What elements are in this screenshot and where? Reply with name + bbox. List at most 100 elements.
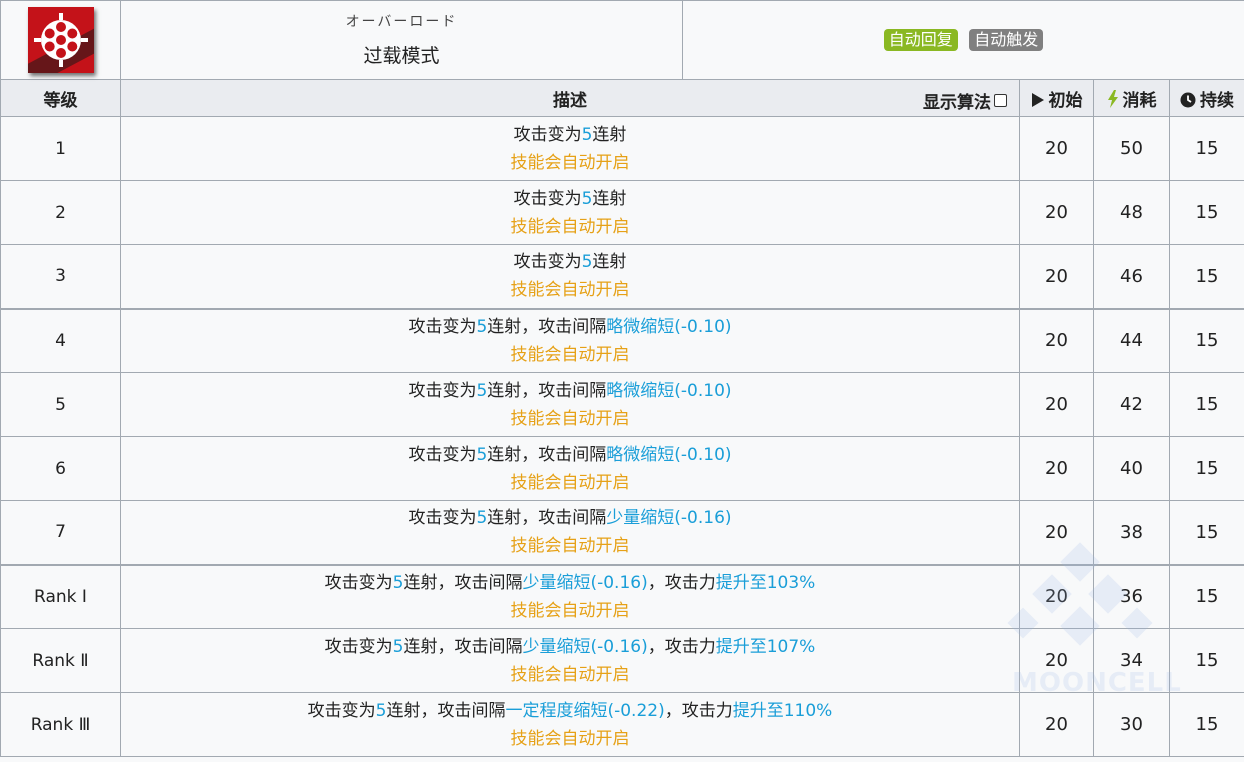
description-effect: 攻击变为5连射，攻击间隔少量缩短(-0.16)，攻击力提升至103% <box>121 569 1019 597</box>
highlight-value: 5 <box>476 380 488 401</box>
initial-sp-cell: 20 <box>1019 692 1094 757</box>
initial-sp-cell: 20 <box>1019 500 1094 565</box>
skill-level-rows: 1 攻击变为5连射 技能会自动开启 20 50 15 2 攻击变为5连射 技能会自动开启 20 48… <box>0 116 1244 757</box>
highlight-value: 少量缩短(-0.16) <box>522 572 648 593</box>
col-initial: 初始 <box>1019 79 1094 117</box>
show-formula-toggle[interactable]: 显示算法 <box>923 88 1007 113</box>
skill-table-container: オーバーロード 过载模式 自动回复 自动触发 等级 描述 显示算法 初始 消耗 <box>0 0 1244 762</box>
highlight-value: 少量缩短(-0.16) <box>606 508 732 529</box>
initial-sp-cell: 20 <box>1019 628 1094 693</box>
auto-activate-note: 技能会自动开启 <box>510 536 630 557</box>
sp-cost-cell: 46 <box>1093 244 1170 309</box>
initial-sp-cell: 20 <box>1019 436 1094 501</box>
description-text: 攻击变为 <box>324 636 393 657</box>
highlight-value: 提升至103% <box>715 572 816 593</box>
highlight-value: 5 <box>476 444 488 465</box>
sp-cost-cell: 34 <box>1093 628 1170 693</box>
auto-activate-note: 技能会自动开启 <box>510 280 630 301</box>
description-text: 攻击变为 <box>408 508 477 529</box>
description-text: ，攻击力 <box>664 700 733 721</box>
description-text: 攻击变为 <box>513 188 582 209</box>
duration-cell: 15 <box>1169 692 1244 757</box>
initial-sp-cell: 20 <box>1019 307 1094 373</box>
auto-activate-note: 技能会自动开启 <box>510 344 630 365</box>
auto-activate-note: 技能会自动开启 <box>510 664 630 685</box>
description-text: 攻击变为 <box>408 380 477 401</box>
description-text: 连射 <box>592 188 627 209</box>
sp-cost-cell: 50 <box>1093 116 1170 181</box>
description-cell: 攻击变为5连射，攻击间隔略微缩短(-0.10) 技能会自动开启 <box>120 372 1020 437</box>
level-cell: 2 <box>0 180 121 245</box>
skill-name-cn: 过载模式 <box>363 45 440 67</box>
auto-activate-note: 技能会自动开启 <box>510 216 630 237</box>
sp-cost-cell: 36 <box>1093 563 1170 629</box>
highlight-value: 5 <box>581 252 593 273</box>
lightning-icon <box>1107 89 1118 108</box>
highlight-value: 略微缩短(-0.10) <box>606 316 732 337</box>
table-row: 4 攻击变为5连射，攻击间隔略微缩短(-0.10) 技能会自动开启 20 44 15 <box>0 307 1244 373</box>
play-icon <box>1031 92 1044 107</box>
show-formula-checkbox[interactable] <box>994 94 1007 107</box>
sp-cost-cell: 42 <box>1093 372 1170 437</box>
description-text: 攻击变为 <box>513 124 582 145</box>
col-desc-label: 描述 <box>553 90 587 111</box>
description-effect: 攻击变为5连射，攻击间隔一定程度缩短(-0.22)，攻击力提升至110% <box>121 697 1019 725</box>
description-text: 攻击变为 <box>408 316 477 337</box>
description-text: 连射，攻击间隔 <box>487 444 607 465</box>
column-header-row: 等级 描述 显示算法 初始 消耗 持续 <box>0 79 1244 117</box>
col-cost: 消耗 <box>1093 79 1170 117</box>
level-cell: 5 <box>0 372 121 437</box>
initial-sp-cell: 20 <box>1019 563 1094 629</box>
initial-sp-cell: 20 <box>1019 244 1094 309</box>
description-text: 连射，攻击间隔 <box>487 508 607 529</box>
level-cell: 1 <box>0 116 121 181</box>
description-cell: 攻击变为5连射，攻击间隔一定程度缩短(-0.22)，攻击力提升至110% 技能会自… <box>120 692 1020 757</box>
level-cell: 4 <box>0 307 121 373</box>
show-formula-label: 显示算法 <box>923 93 991 113</box>
duration-cell: 15 <box>1169 244 1244 309</box>
col-cost-label: 消耗 <box>1122 90 1157 111</box>
description-effect: 攻击变为5连射 <box>121 121 1019 149</box>
col-initial-label: 初始 <box>1048 90 1083 111</box>
description-text: 攻击变为 <box>408 444 477 465</box>
description-effect: 攻击变为5连射 <box>121 248 1019 276</box>
table-row: 7 攻击变为5连射，攻击间隔少量缩短(-0.16) 技能会自动开启 20 38 15 <box>0 500 1244 565</box>
auto-activate-note: 技能会自动开启 <box>510 728 630 749</box>
skill-table: オーバーロード 过载模式 自动回复 自动触发 等级 描述 显示算法 初始 消耗 <box>0 0 1244 757</box>
highlight-value: 少量缩短(-0.16) <box>522 636 648 657</box>
description-text: 攻击变为 <box>324 572 393 593</box>
skill-icon-cell <box>0 0 121 80</box>
description-cell: 攻击变为5连射技能会自动开启 <box>120 116 1020 181</box>
auto-activate-note: 技能会自动开启 <box>510 472 630 493</box>
description-effect: 攻击变为5连射，攻击间隔略微缩短(-0.10) <box>121 441 1019 469</box>
description-text: 连射，攻击间隔 <box>487 316 607 337</box>
level-cell: 6 <box>0 436 121 501</box>
initial-sp-cell: 20 <box>1019 372 1094 437</box>
table-row: 6 攻击变为5连射，攻击间隔略微缩短(-0.10) 技能会自动开启 20 40 15 <box>0 436 1244 501</box>
description-text: 连射，攻击间隔 <box>487 380 607 401</box>
description-effect: 攻击变为5连射，攻击间隔少量缩短(-0.16)，攻击力提升至107% <box>121 633 1019 661</box>
description-text: 连射 <box>592 252 627 273</box>
description-text: 攻击变为 <box>307 700 376 721</box>
description-text: 连射，攻击间隔 <box>403 636 523 657</box>
initial-sp-cell: 20 <box>1019 116 1094 181</box>
sp-cost-cell: 48 <box>1093 180 1170 245</box>
description-effect: 攻击变为5连射，攻击间隔略微缩短(-0.10) <box>121 313 1019 341</box>
highlight-value: 5 <box>392 572 404 593</box>
auto-activate-note: 技能会自动开启 <box>510 152 630 173</box>
col-desc: 描述 显示算法 <box>120 79 1020 117</box>
description-text: 连射，攻击间隔 <box>403 572 523 593</box>
description-text: ，攻击力 <box>647 572 716 593</box>
level-cell: Rank Ⅱ <box>0 628 121 693</box>
skill-name-jp: オーバーロード <box>345 14 458 30</box>
description-effect: 攻击变为5连射，攻击间隔略微缩短(-0.10) <box>121 377 1019 405</box>
skill-header-row: オーバーロード 过载模式 自动回复 自动触发 <box>0 0 1244 80</box>
sp-cost-cell: 44 <box>1093 307 1170 373</box>
sp-cost-cell: 40 <box>1093 436 1170 501</box>
duration-cell: 15 <box>1169 563 1244 629</box>
duration-cell: 15 <box>1169 628 1244 693</box>
highlight-value: 略微缩短(-0.10) <box>606 380 732 401</box>
highlight-value: 5 <box>581 188 593 209</box>
level-cell: Rank Ⅰ <box>0 563 121 629</box>
description-text: ，攻击力 <box>647 636 716 657</box>
